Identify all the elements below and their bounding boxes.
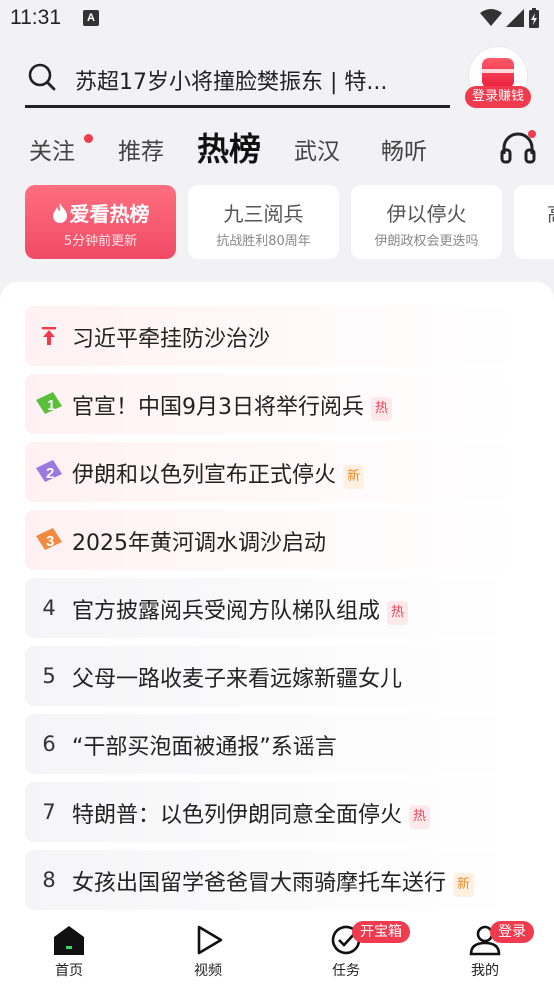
new-tag: 新 — [343, 465, 365, 489]
wifi-icon — [480, 9, 502, 26]
nav-label: 首页 — [55, 963, 83, 979]
list-item-title-text: 伊朗和以色列宣布正式停火 — [72, 463, 337, 488]
new-tag: 新 — [453, 873, 475, 897]
list-item[interactable]: 2 伊朗和以色列宣布正式停火新 — [25, 442, 520, 502]
list-item[interactable]: 1 官宣！中国9月3日将举行阅兵热 — [25, 374, 520, 434]
rank-pin — [25, 306, 73, 366]
tab-follow[interactable]: 关注 — [29, 132, 75, 166]
list-item[interactable]: 习近平牵挂防沙治沙 — [25, 306, 520, 366]
hot-tag: 热 — [387, 601, 409, 625]
list-item[interactable]: 6 “干部买泡面被通报”系谣言 — [25, 714, 520, 774]
headphone-icon[interactable] — [500, 130, 540, 166]
card-title: 高 — [547, 198, 554, 227]
card-partial[interactable]: 高 — [514, 185, 554, 259]
nav-label: 任务 — [332, 963, 360, 979]
status-bar: 11:31 A — [0, 0, 554, 40]
home-icon — [54, 926, 84, 955]
rank-number: 1 — [47, 397, 55, 414]
card-title: 伊以停火 — [386, 202, 467, 226]
rank-badge-3: 3 — [25, 510, 73, 570]
tab-listen[interactable]: 畅听 — [381, 132, 427, 166]
list-item-title-text: 特朗普：以色列伊朗同意全面停火 — [72, 803, 403, 828]
pin-top-icon — [42, 327, 56, 345]
battery-charging-icon — [529, 8, 539, 28]
status-indicators — [480, 8, 540, 28]
bottom-nav: 首页 视频 任务 开宝箱 我的 登录 — [0, 915, 554, 985]
rank-number: 5 — [42, 664, 56, 688]
list-item-title: 特朗普：以色列伊朗同意全面停火热 — [72, 797, 431, 829]
login-badge: 登录 — [490, 921, 534, 943]
rank-2-badge-icon: 2 — [36, 460, 62, 482]
status-time: 11:31 — [10, 6, 61, 29]
card-parade[interactable]: 九三阅兵 抗战胜利80周年 — [188, 185, 339, 259]
list-item-title: 习近平牵挂防沙治沙 — [72, 327, 271, 352]
list-item-title: 官方披露阅兵受阅方队梯队组成热 — [72, 593, 409, 625]
list-item-title: 父母一路收麦子来看远嫁新疆女儿 — [72, 667, 403, 692]
list-item-title: 2025年黄河调水调沙启动 — [72, 531, 326, 556]
rank-3-badge-icon: 3 — [36, 528, 62, 550]
nav-label: 我的 — [471, 963, 499, 979]
rank-number: 2 — [46, 465, 54, 482]
list-item[interactable]: 3 2025年黄河调水调沙启动 — [25, 510, 520, 570]
list-item-title: 伊朗和以色列宣布正式停火新 — [72, 457, 365, 489]
search-input[interactable]: 苏超17岁小将撞脸樊振东 | 特... — [75, 64, 420, 96]
list-item[interactable]: 8 女孩出国留学爸爸冒大雨骑摩托车送行新 — [25, 850, 520, 910]
card-subtitle: 5分钟前更新 — [63, 234, 138, 249]
list-item[interactable]: 7 特朗普：以色列伊朗同意全面停火热 — [25, 782, 520, 842]
nav-mine[interactable]: 我的 登录 — [435, 915, 535, 985]
list-item-title-text: 女孩出国留学爸爸冒大雨骑摩托车送行 — [72, 871, 447, 896]
rank-badge-2: 2 — [25, 442, 73, 502]
nav-task[interactable]: 任务 开宝箱 — [296, 915, 410, 985]
list-item[interactable]: 4 官方披露阅兵受阅方队梯队组成热 — [25, 578, 520, 638]
login-earn-label: 登录赚钱 — [465, 86, 531, 108]
search-icon — [28, 63, 56, 91]
list-item-title-text: 官宣！中国9月3日将举行阅兵 — [72, 395, 364, 420]
nav-video[interactable]: 视频 — [158, 915, 258, 985]
card-subtitle: 抗战胜利80周年 — [216, 234, 311, 249]
search-bar[interactable]: 苏超17岁小将撞脸樊振东 | 特... — [25, 50, 450, 108]
flame-icon — [52, 203, 67, 223]
rank-number: 3 — [46, 533, 54, 550]
hot-tag: 热 — [409, 805, 431, 829]
rank-badge-1: 1 — [25, 374, 73, 434]
rank-1-badge-icon: 1 — [36, 392, 62, 414]
notification-app-icon: A — [83, 10, 99, 26]
card-love-hot-list[interactable]: 爱看热榜 5分钟前更新 — [25, 185, 176, 259]
tab-follow-red-dot — [84, 134, 93, 143]
nav-label: 视频 — [194, 963, 222, 979]
card-ceasefire[interactable]: 伊以停火 伊朗政权会更迭吗 — [351, 185, 502, 259]
channel-tabs: 关注 推荐 热榜 武汉 畅听 — [0, 120, 554, 176]
nav-home[interactable]: 首页 — [19, 915, 119, 985]
list-item-title: 女孩出国留学爸爸冒大雨骑摩托车送行新 — [72, 865, 475, 897]
red-envelope-icon — [482, 58, 514, 88]
hot-list-panel: 习近平牵挂防沙治沙 1 官宣！中国9月3日将举行阅兵热 2 伊朗和以色列宣布正式… — [0, 282, 554, 922]
list-item-title-text: 官方披露阅兵受阅方队梯队组成 — [72, 599, 381, 624]
card-title-text: 爱看热榜 — [69, 202, 150, 226]
cellular-signal-icon — [506, 9, 524, 27]
rank-number: 6 — [42, 732, 56, 756]
list-item-title: “干部买泡面被通报”系谣言 — [72, 735, 337, 760]
rank-number: 7 — [42, 800, 56, 824]
tab-recommend[interactable]: 推荐 — [118, 132, 164, 166]
card-title: 爱看热榜 — [25, 198, 176, 227]
treasure-box-badge: 开宝箱 — [352, 921, 410, 943]
login-earn-button[interactable]: 登录赚钱 — [465, 46, 531, 112]
play-icon — [197, 925, 223, 955]
tab-hot-list[interactable]: 热榜 — [197, 124, 261, 170]
rank-number: 8 — [42, 868, 56, 892]
card-title: 九三阅兵 — [223, 202, 304, 226]
rank-number: 4 — [42, 596, 56, 620]
hot-tag: 热 — [371, 397, 393, 421]
card-subtitle: 伊朗政权会更迭吗 — [374, 234, 479, 249]
list-item-title: 官宣！中国9月3日将举行阅兵热 — [72, 389, 393, 421]
tab-wuhan[interactable]: 武汉 — [294, 132, 340, 166]
hot-topic-cards: 爱看热榜 5分钟前更新 九三阅兵 抗战胜利80周年 伊以停火 伊朗政权会更迭吗 … — [25, 185, 554, 259]
list-item[interactable]: 5 父母一路收麦子来看远嫁新疆女儿 — [25, 646, 520, 706]
